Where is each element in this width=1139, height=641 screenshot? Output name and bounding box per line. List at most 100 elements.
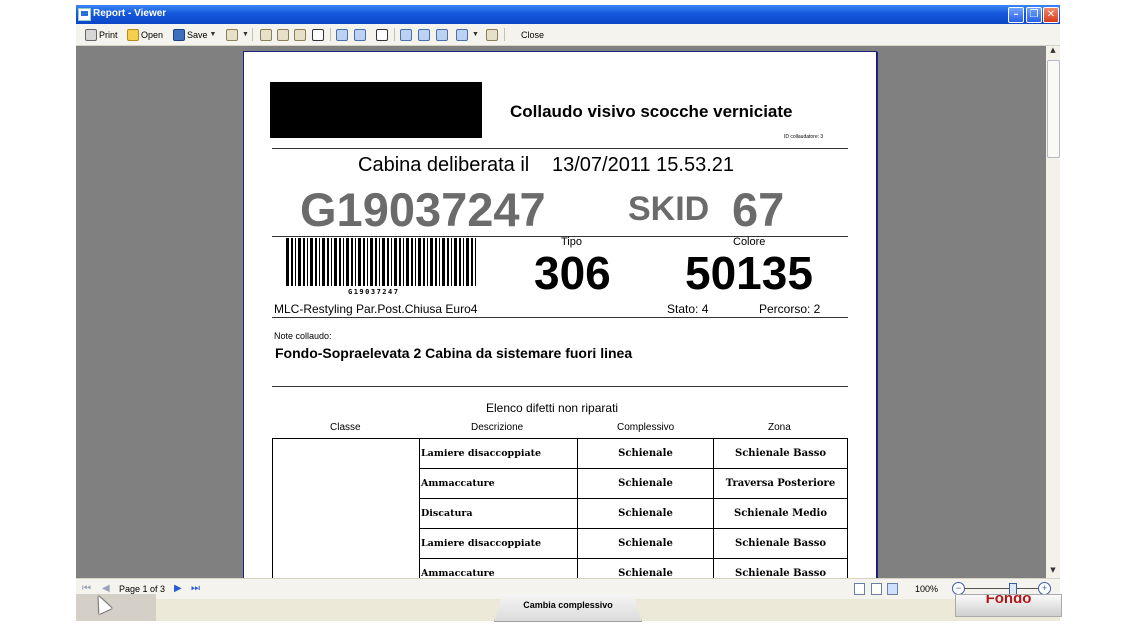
save-dropdown-icon[interactable]: ▼	[210, 31, 217, 38]
zona-cell: Schienale Basso	[713, 528, 848, 559]
export-button[interactable]: ▼	[226, 27, 249, 42]
page-setup-icon	[486, 28, 498, 41]
table-row: Lamiere disaccoppiate Schienale Schienale …	[272, 438, 848, 578]
find-button[interactable]	[376, 27, 390, 42]
inspector-id: ID collaudatore: 3	[784, 134, 824, 140]
report-viewport[interactable]: Collaudo visivo scocche verniciate ID co…	[76, 46, 1046, 578]
two-page-icon	[418, 28, 430, 41]
scroll-thumb[interactable]	[1047, 60, 1060, 158]
divider	[272, 386, 848, 387]
zona-cell: Schienale Basso	[713, 438, 848, 469]
one-page-button[interactable]	[400, 27, 414, 42]
one-page-icon	[400, 28, 412, 41]
colore-value: 50135	[685, 247, 813, 299]
barcode	[286, 238, 476, 286]
col-complessivo: Complessivo	[617, 422, 675, 433]
descrizione-cell: Ammaccature	[419, 558, 578, 578]
zoom-slider[interactable]	[964, 588, 1044, 589]
open-label: Open	[141, 29, 164, 40]
toolbar-separator	[394, 28, 395, 41]
folder-icon	[127, 28, 139, 41]
open-button[interactable]: Open	[127, 27, 163, 42]
page-tool-button[interactable]	[312, 27, 326, 42]
toolbar: Print Open Save ▼ ▼ ▼ Close	[76, 24, 1060, 46]
pen-icon	[294, 28, 306, 41]
note-label: Note collaudo:	[274, 331, 332, 341]
complessivo-cell: Schienale	[577, 498, 714, 529]
complessivo-cell: Schienale	[577, 438, 714, 469]
model-name: MLC-Restyling Par.Post.Chiusa Euro4	[274, 302, 478, 316]
fondo-button[interactable]: Fondo	[955, 594, 1062, 617]
edit-tool-button[interactable]	[277, 27, 291, 42]
export-dropdown-icon[interactable]: ▼	[242, 31, 249, 38]
redacted-logo	[270, 82, 482, 138]
page-indicator: Page 1 of 3	[119, 584, 166, 594]
deliberata-datetime: 13/07/2011 15.53.21	[552, 154, 735, 176]
export-icon	[226, 28, 238, 41]
defects-table: Lamiere disaccoppiate Schienale Schienale …	[272, 438, 848, 578]
classe-cell	[272, 438, 420, 578]
edit-icon	[277, 28, 289, 41]
skid-label: SKID	[628, 190, 710, 228]
complessivo-cell: Schienale	[577, 558, 714, 578]
two-page-button[interactable]	[418, 27, 432, 42]
background-panel	[76, 594, 156, 621]
complessivo-cell: Schienale	[577, 468, 714, 499]
single-page-icon	[312, 28, 324, 41]
col-classe: Classe	[330, 422, 361, 433]
columns-tool-button[interactable]	[354, 27, 368, 42]
four-page-button[interactable]	[436, 27, 450, 42]
print-button[interactable]: Print	[85, 27, 118, 42]
col-zona: Zona	[768, 422, 791, 433]
close-window-button[interactable]: ✕	[1043, 7, 1059, 23]
descrizione-cell: Lamiere disaccoppiate	[419, 438, 578, 469]
columns-icon	[354, 28, 366, 41]
single-view-icon[interactable]	[854, 583, 865, 595]
next-page-icon[interactable]: ▶	[174, 583, 182, 594]
descrizione-cell: Ammaccature	[419, 468, 578, 499]
zona-cell: Schienale Medio	[713, 498, 848, 529]
divider	[272, 148, 848, 149]
descrizione-cell: Lamiere disaccoppiate	[419, 528, 578, 559]
multi-page-button[interactable]: ▼	[456, 27, 479, 42]
note-text: Fondo-Sopraelevata 2 Cabina da sistemare…	[275, 345, 633, 361]
window-title: Report - Viewer	[93, 8, 167, 19]
restore-button[interactable]: ❐	[1026, 7, 1042, 23]
save-label: Save	[187, 29, 208, 40]
title-bar: Report - Viewer – ❐ ✕	[76, 5, 1060, 24]
minimize-button[interactable]: –	[1008, 7, 1024, 23]
scroll-up-icon[interactable]: ▲	[1046, 46, 1060, 58]
save-button[interactable]: Save ▼	[173, 27, 216, 42]
first-tool-button[interactable]	[260, 27, 274, 42]
skid-number: 67	[732, 183, 785, 236]
continuous-view-icon[interactable]	[871, 583, 882, 595]
stato: Stato: 4	[667, 302, 709, 316]
close-button[interactable]: Close	[521, 27, 544, 42]
vertical-scrollbar[interactable]: ▲ ▼	[1046, 46, 1060, 578]
zoom-level: 100%	[915, 584, 939, 594]
multi-page-dropdown-icon[interactable]: ▼	[472, 31, 479, 38]
first-page-icon[interactable]: ⏮	[82, 583, 91, 594]
toolbar-separator	[330, 28, 331, 41]
page-setup-button[interactable]	[486, 27, 500, 42]
deliberata-label: Cabina deliberata il	[358, 154, 530, 176]
tipo-value: 306	[534, 247, 611, 299]
scroll-down-icon[interactable]: ▼	[1046, 566, 1060, 578]
facing-view-icon[interactable]	[887, 583, 898, 595]
complessivo-cell: Schienale	[577, 528, 714, 559]
floppy-icon	[173, 28, 185, 41]
pen-tool-button[interactable]	[294, 27, 308, 42]
cambia-complessivo-tab[interactable]: Cambia complessivo	[494, 594, 642, 622]
col-descrizione: Descrizione	[471, 422, 524, 433]
descrizione-cell: Discatura	[419, 498, 578, 529]
app-icon	[78, 8, 91, 21]
zona-cell: Traversa Posteriore	[713, 468, 848, 499]
printer-icon	[85, 28, 97, 41]
divider	[272, 317, 848, 318]
last-page-icon[interactable]: ⏭	[191, 583, 200, 594]
defects-list-title: Elenco difetti non riparati	[486, 401, 619, 415]
view-tool-button[interactable]	[336, 27, 350, 42]
page-icon	[260, 28, 272, 41]
print-label: Print	[99, 29, 118, 40]
vin-number: G19037247	[300, 183, 546, 236]
